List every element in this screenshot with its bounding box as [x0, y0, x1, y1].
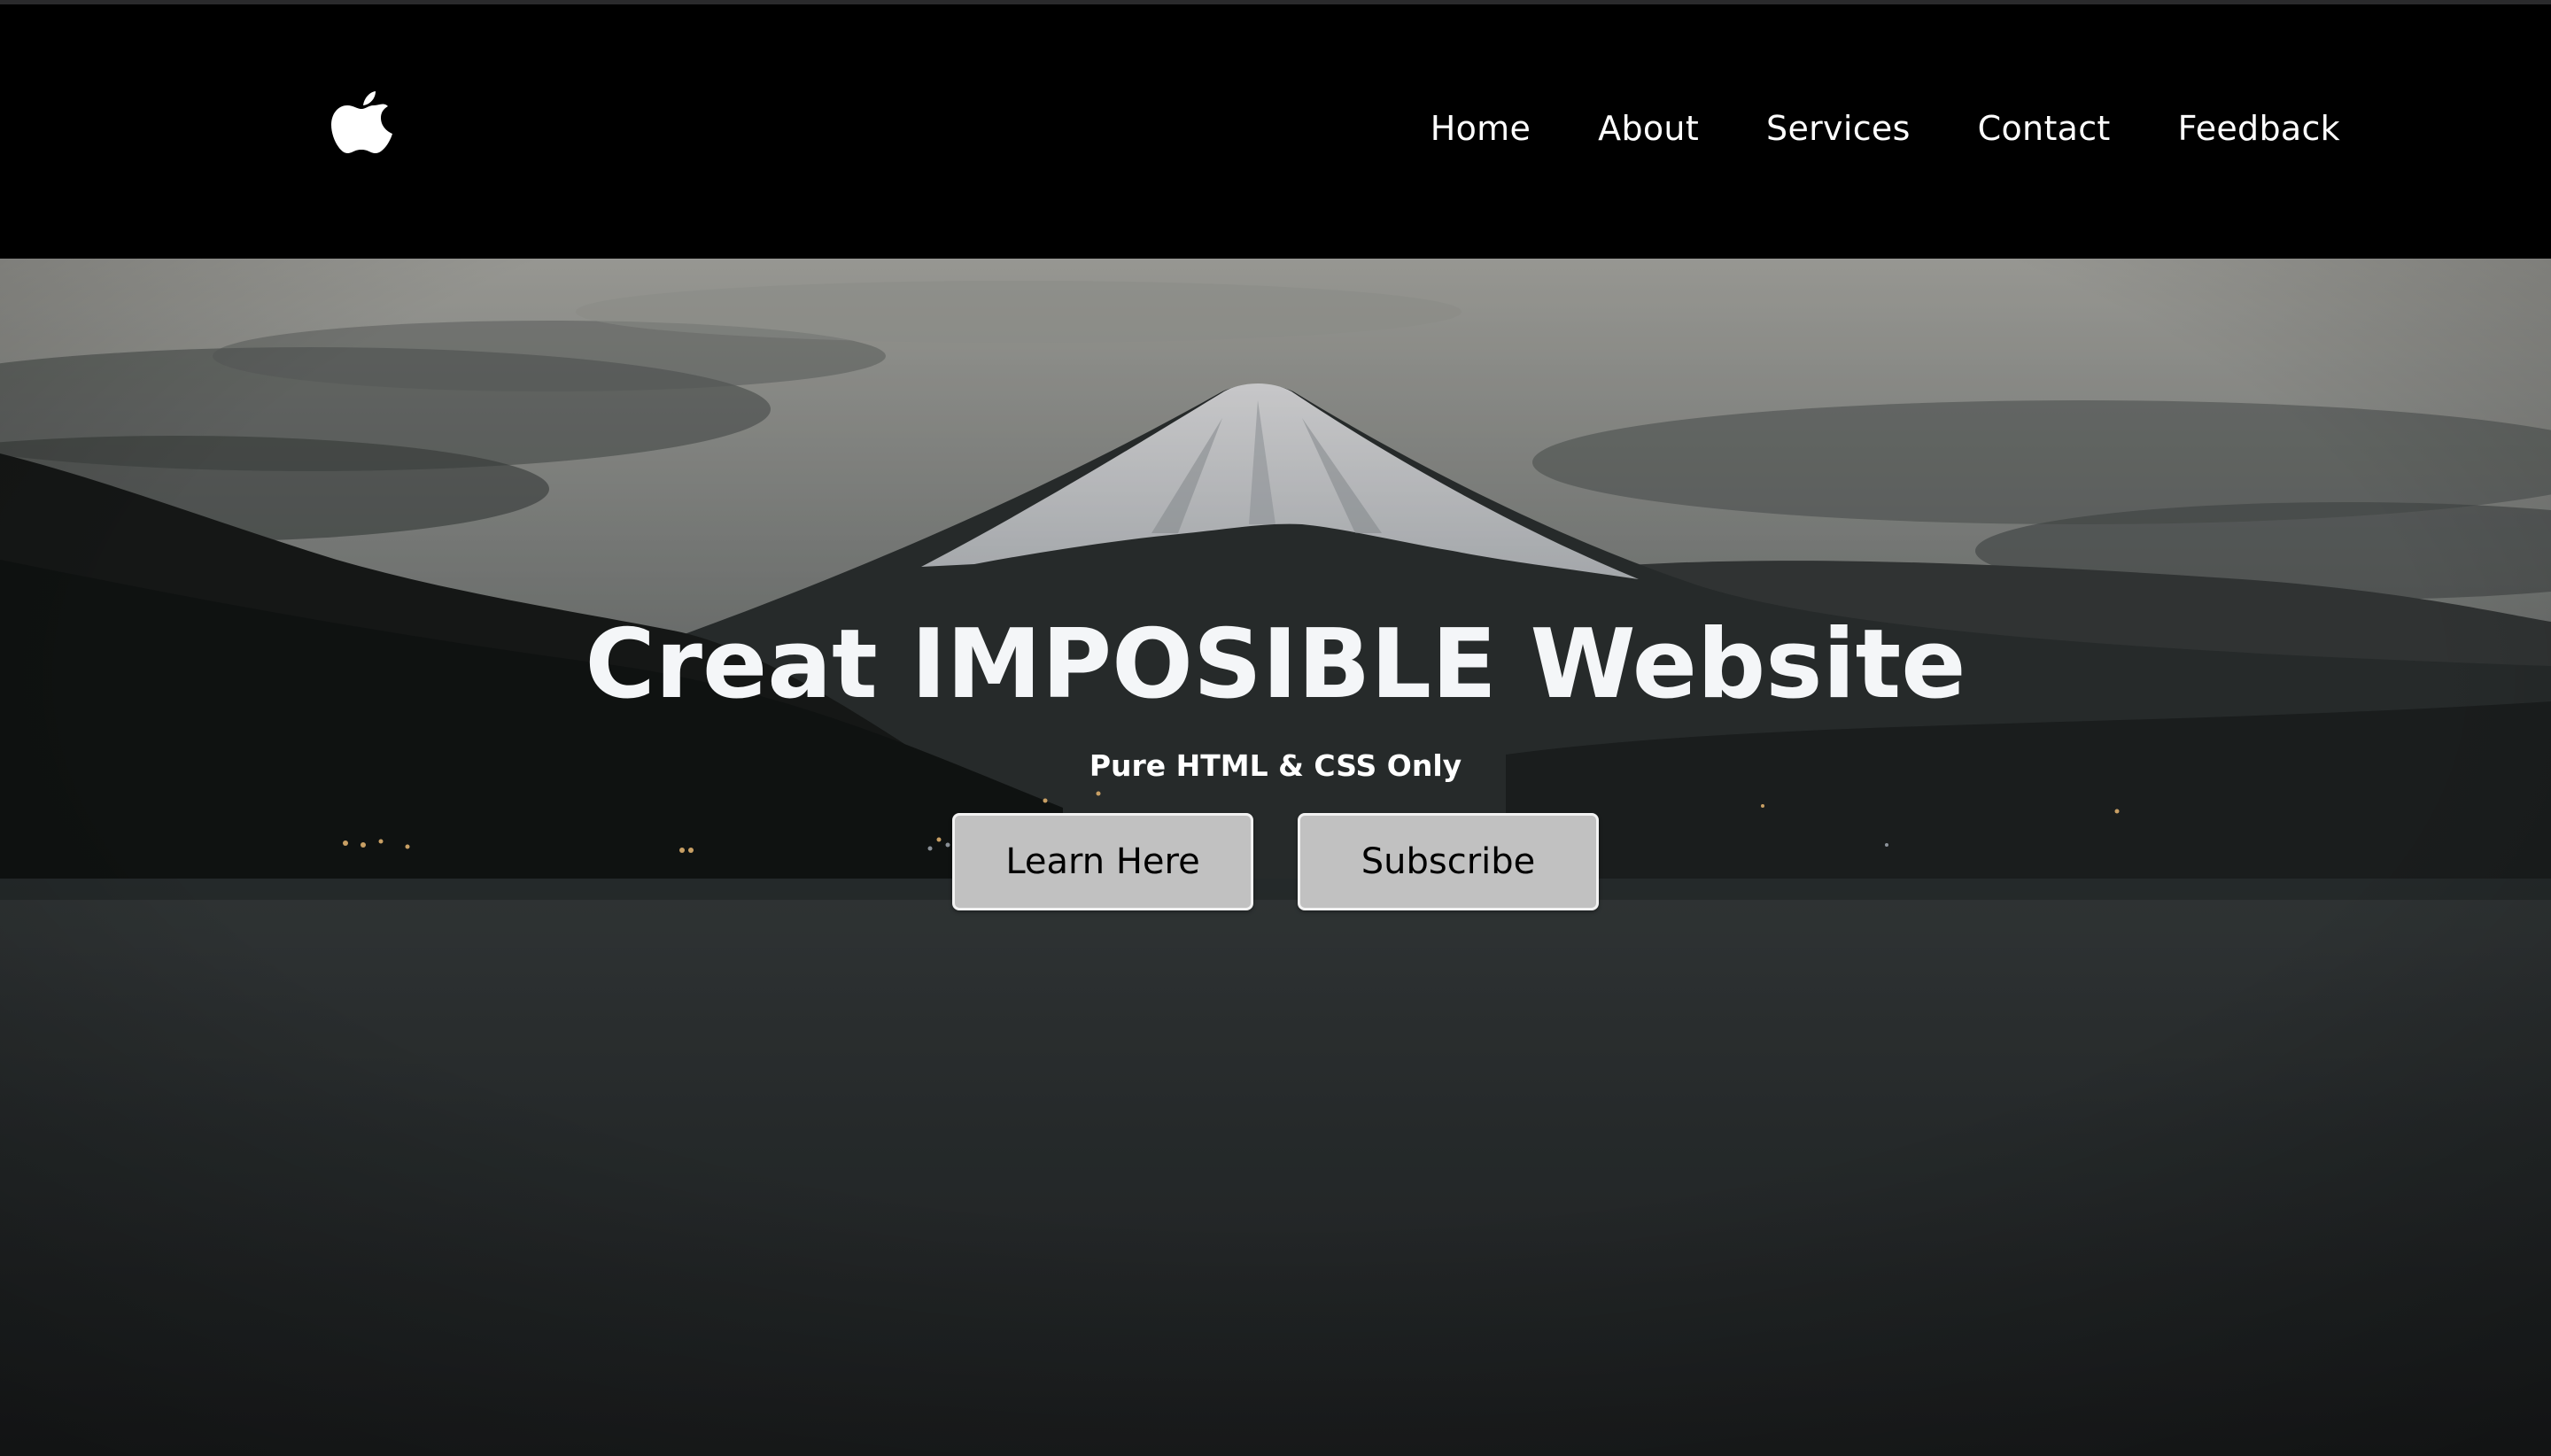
hero-title: Creat IMPOSIBLE Website [585, 609, 1966, 720]
nav-link-contact[interactable]: Contact [1978, 109, 2111, 148]
hero-section: Creat IMPOSIBLE Website Pure HTML & CSS … [0, 259, 2551, 1456]
nav-link-about[interactable]: About [1598, 109, 1699, 148]
navbar: Home About Services Contact Feedback [0, 0, 2551, 259]
learn-here-button[interactable]: Learn Here [952, 812, 1253, 910]
nav-links: Home About Services Contact Feedback [1431, 109, 2340, 148]
apple-logo-icon[interactable] [328, 89, 395, 155]
hero-subtitle: Pure HTML & CSS Only [1089, 747, 1462, 783]
nav-link-home[interactable]: Home [1431, 109, 1531, 148]
hero-content: Creat IMPOSIBLE Website Pure HTML & CSS … [0, 609, 2551, 910]
hero-buttons: Learn Here Subscribe [0, 812, 2551, 910]
subscribe-button[interactable]: Subscribe [1298, 812, 1599, 910]
nav-link-services[interactable]: Services [1766, 109, 1911, 148]
nav-link-feedback[interactable]: Feedback [2178, 109, 2340, 148]
